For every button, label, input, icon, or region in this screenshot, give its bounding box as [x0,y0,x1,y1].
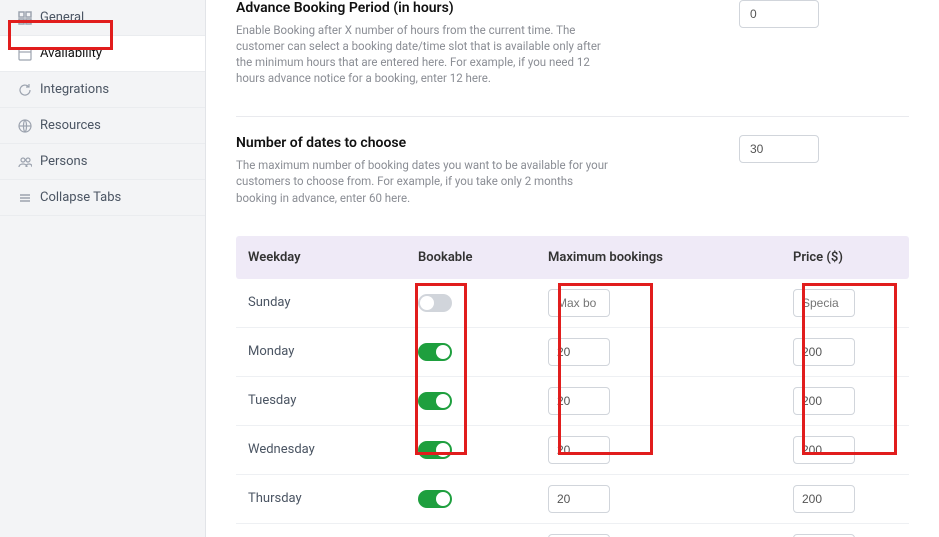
weekday-label: Sunday [248,295,418,310]
setting-title: Advance Booking Period (in hours) [236,0,616,16]
bookable-toggle[interactable] [418,294,452,312]
sidebar-item-label: Resources [40,118,101,133]
price-input[interactable] [793,485,855,513]
price-input[interactable] [793,534,855,537]
globe-icon [18,119,32,133]
number-dates-input[interactable] [739,135,819,163]
menu-icon [18,191,32,205]
persons-icon [18,155,32,169]
sidebar-item-label: Collapse Tabs [40,190,121,205]
divider [236,116,909,117]
th-weekday: Weekday [248,250,418,265]
setting-title: Number of dates to choose [236,135,616,151]
setting-desc: The maximum number of booking dates you … [236,157,616,205]
table-row: Sunday [236,279,909,327]
sidebar-item-collapse[interactable]: Collapse Tabs [0,180,205,216]
table-row: Thursday [236,474,909,523]
content-area: Advance Booking Period (in hours) Enable… [206,0,939,537]
setting-number-dates: Number of dates to choose The maximum nu… [206,135,939,235]
price-input[interactable] [793,289,855,317]
sidebar-item-resources[interactable]: Resources [0,108,205,144]
weekday-label: Wednesday [248,442,418,457]
sidebar-item-label: Availability [40,46,102,61]
weekday-label: Tuesday [248,393,418,408]
advance-booking-input[interactable] [739,0,819,28]
price-input[interactable] [793,338,855,366]
refresh-icon [18,83,32,97]
sidebar-item-persons[interactable]: Persons [0,144,205,180]
th-price: Price ($) [793,250,897,265]
setting-advance-booking: Advance Booking Period (in hours) Enable… [206,0,939,116]
bookable-toggle[interactable] [418,343,452,361]
bookable-toggle[interactable] [418,392,452,410]
th-max: Maximum bookings [548,250,793,265]
sidebar-item-label: General [40,10,84,25]
max-bookings-input[interactable] [548,289,610,317]
sidebar-item-label: Persons [40,154,87,169]
sidebar-item-availability[interactable]: Availability [0,36,205,72]
max-bookings-input[interactable] [548,534,610,537]
max-bookings-input[interactable] [548,436,610,464]
grid-icon [18,11,32,25]
weekday-label: Thursday [248,491,418,506]
price-input[interactable] [793,436,855,464]
weekday-label: Monday [248,344,418,359]
max-bookings-input[interactable] [548,485,610,513]
table-row: Friday [236,523,909,537]
price-input[interactable] [793,387,855,415]
max-bookings-input[interactable] [548,387,610,415]
table-row: Tuesday [236,376,909,425]
setting-desc: Enable Booking after X number of hours f… [236,22,616,86]
table-row: Wednesday [236,425,909,474]
availability-table: Weekday Bookable Maximum bookings Price … [236,236,909,537]
table-header: Weekday Bookable Maximum bookings Price … [236,236,909,279]
bookable-toggle[interactable] [418,490,452,508]
max-bookings-input[interactable] [548,338,610,366]
calendar-icon [18,47,32,61]
th-bookable: Bookable [418,250,548,265]
sidebar-item-general[interactable]: General [0,0,205,36]
table-row: Monday [236,327,909,376]
sidebar-item-integrations[interactable]: Integrations [0,72,205,108]
bookable-toggle[interactable] [418,441,452,459]
sidebar: General Availability Integrations [0,0,206,537]
sidebar-item-label: Integrations [40,82,109,97]
